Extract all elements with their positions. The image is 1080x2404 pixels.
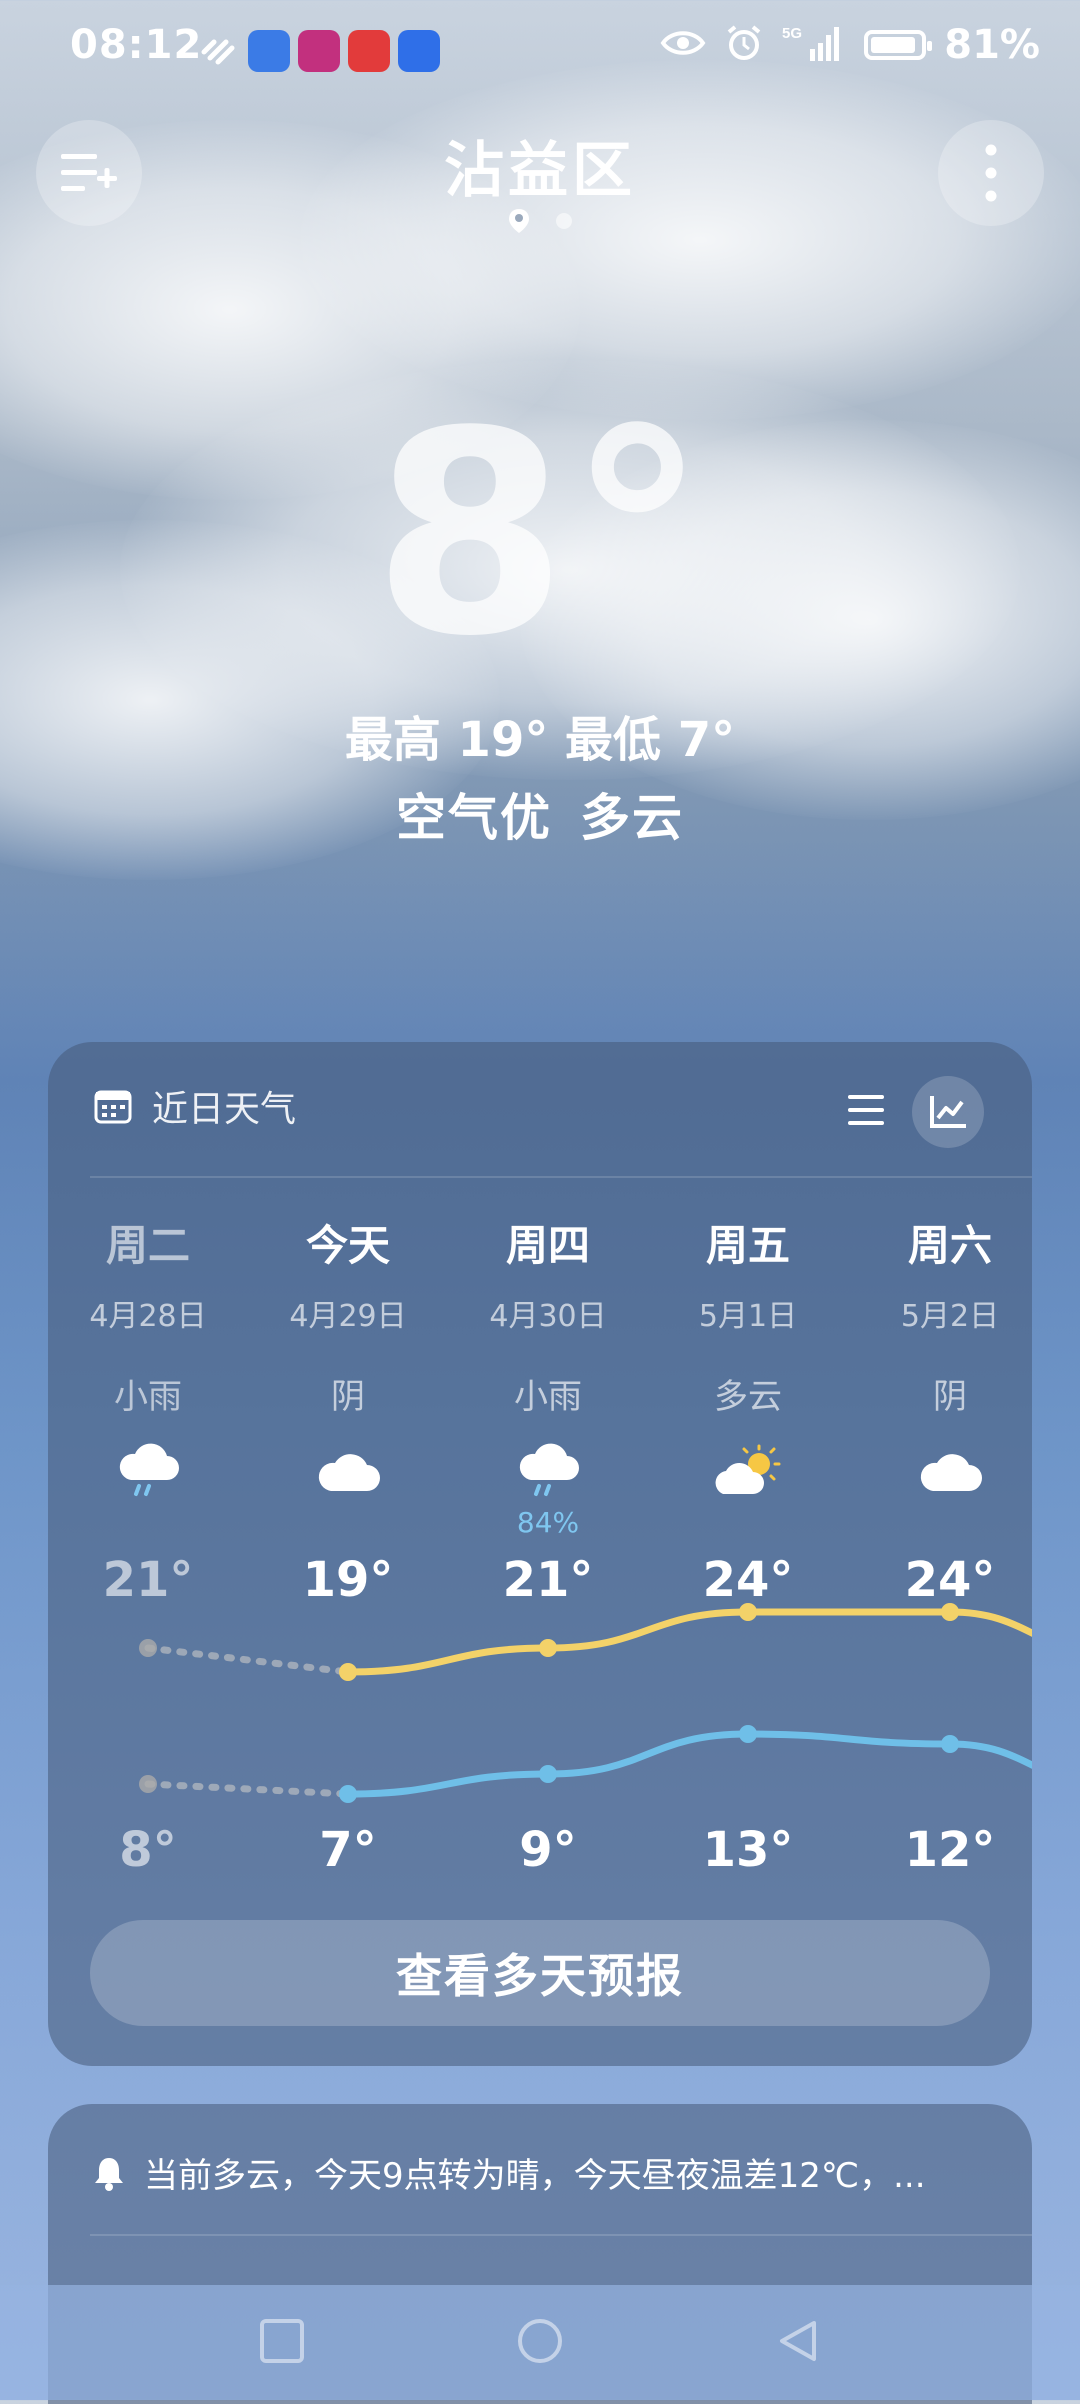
low-temp-point [941, 1735, 959, 1753]
square-icon [260, 2318, 304, 2363]
app-icon-blue [248, 30, 290, 72]
recents-button[interactable] [258, 2317, 306, 2369]
page-dot [556, 213, 572, 229]
low-temp: 13° [702, 1822, 794, 1878]
home-button[interactable] [516, 2317, 564, 2369]
notification-icon-1 [198, 30, 240, 72]
view-more-forecast-button[interactable]: 查看多天预报 [90, 1920, 990, 2026]
air-quality[interactable]: 空气优 [396, 789, 552, 847]
high-temp-point [941, 1603, 959, 1621]
status-bar: 08:12 5G 81% [0, 0, 1080, 104]
low-temp-point [339, 1785, 357, 1803]
location-pin-icon [509, 209, 529, 233]
eye-icon [660, 28, 706, 62]
current-temperature: 8° [372, 372, 708, 698]
more-options-button[interactable] [938, 120, 1044, 226]
low-temp-point [539, 1765, 557, 1783]
low-temp: 12° [904, 1822, 996, 1878]
low-temp: 9° [519, 1822, 577, 1878]
weather-condition: 多云 [580, 789, 684, 847]
back-button[interactable] [774, 2317, 822, 2369]
app-icon-magenta [298, 30, 340, 72]
city-title: 沾益区 [444, 136, 636, 206]
circle-icon [518, 2318, 562, 2363]
signal-5g-icon: 5G [782, 23, 846, 67]
bell-icon [95, 2157, 123, 2191]
high-temp-line [347, 1608, 1032, 1676]
page-indicator [0, 208, 1080, 234]
low-temp: 7° [319, 1822, 377, 1878]
high-temp-past-segment [144, 1644, 352, 1676]
alarm-icon [724, 23, 764, 67]
temperature-trend-chart [139, 1603, 1032, 1803]
summary-text: 当前多云，今天9点转为晴，今天昼夜温差12℃，... [144, 2156, 926, 2196]
triangle-back-icon [780, 2320, 816, 2361]
low-temp-point [739, 1725, 757, 1743]
weather-summary: 当前多云，今天9点转为晴，今天昼夜温差12℃，... [92, 2148, 926, 2197]
recent-weather-card: 近日天气 周二 4月28日 小雨 21° 今天 4月29日阴 19° 周四 4月30日 小雨 84%… [48, 1042, 1032, 2066]
battery-icon [864, 30, 933, 60]
high-temp-point [139, 1639, 157, 1657]
svg-text:5G: 5G [782, 25, 802, 42]
navigation-bar [0, 2285, 1080, 2400]
card-divider [90, 2234, 1032, 2236]
low-temp: 8° [119, 1822, 177, 1878]
app-icon-store [398, 30, 440, 72]
status-time: 08:12 [70, 22, 203, 68]
low-temp-point [139, 1775, 157, 1793]
high-temp-point [539, 1639, 557, 1657]
high-temp-point [739, 1603, 757, 1621]
low-temp-line [347, 1730, 1032, 1798]
low-temp-past-segment [144, 1780, 352, 1798]
more-vertical-icon [985, 144, 997, 202]
high-low-temperature: 最高 19° 最低 7° [344, 712, 736, 768]
current-condition-row: 空气优 多云 [0, 778, 1080, 850]
high-temp-point [339, 1663, 357, 1681]
battery-percent: 81% [944, 22, 1040, 68]
app-icon-red [348, 30, 390, 72]
